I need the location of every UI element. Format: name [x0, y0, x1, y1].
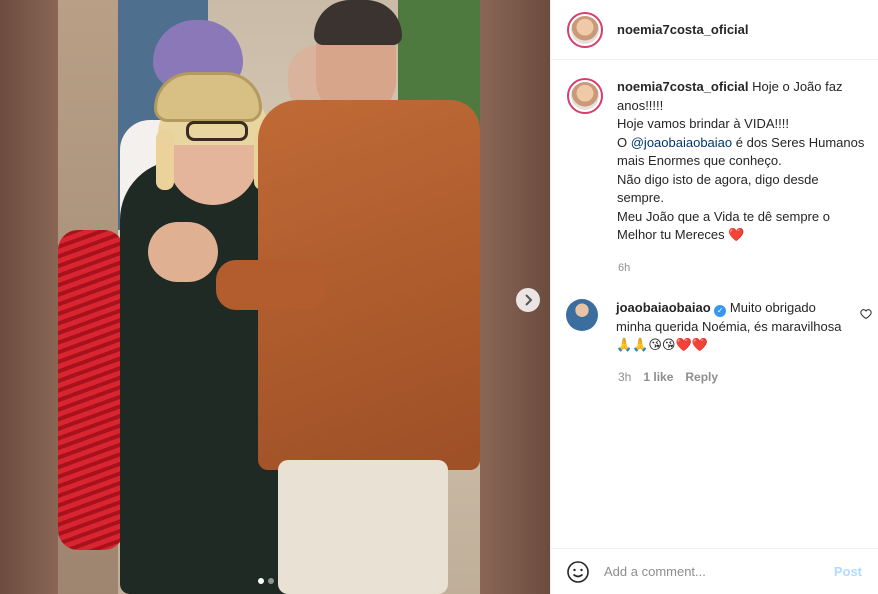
post-media: [0, 0, 550, 594]
comment-meta: 3h 1 like Reply: [618, 370, 718, 384]
post-photo: [58, 0, 480, 594]
comment-item: joaobaiaobaiao ✓ Muito obrigado minha qu…: [566, 299, 866, 355]
post-header: noemia7costa_oficial: [551, 0, 878, 60]
carousel-dots: [258, 578, 274, 584]
heart-outline-icon[interactable]: [860, 308, 872, 320]
chevron-right-icon: [525, 294, 533, 306]
avatar-image: [571, 15, 599, 44]
author-avatar[interactable]: [567, 11, 603, 48]
post-button[interactable]: Post: [834, 564, 862, 579]
comment-timestamp[interactable]: 3h: [618, 370, 631, 384]
avatar-image: [571, 82, 599, 110]
commenter-username[interactable]: joaobaiaobaiao: [616, 300, 711, 315]
caption-line-5: Meu João que a Vida te dê sempre o Melho…: [617, 208, 830, 243]
photo-border-left: [0, 0, 58, 594]
verified-badge-icon: ✓: [714, 305, 727, 317]
mention-link[interactable]: @joaobaiaobaiao: [631, 135, 732, 150]
caption-line-4: Não digo isto de agora, digo desde sempr…: [617, 171, 819, 206]
caption-username[interactable]: noemia7costa_oficial: [617, 79, 749, 94]
smiley-icon[interactable]: [566, 560, 590, 584]
caption-text: noemia7costa_oficial Hoje o João faz ano…: [617, 78, 867, 245]
caption-timestamp[interactable]: 6h: [618, 262, 630, 274]
caption-line-2: Hoje vamos brindar à VIDA!!!!: [617, 116, 789, 131]
commenter-avatar[interactable]: [566, 299, 598, 331]
comment-emojis: 🙏🙏😘😘❤️❤️: [616, 337, 708, 352]
author-username[interactable]: noemia7costa_oficial: [617, 22, 749, 37]
caption: noemia7costa_oficial Hoje o João faz ano…: [567, 78, 867, 245]
post-side-panel: noemia7costa_oficial noemia7costa_oficia…: [550, 0, 878, 594]
heart-emoji: ❤️: [728, 227, 745, 242]
reply-button[interactable]: Reply: [685, 370, 718, 384]
comment-text: joaobaiaobaiao ✓ Muito obrigado minha qu…: [616, 299, 846, 355]
add-comment-bar: Post: [550, 548, 878, 594]
caption-line-3-prefix: O: [617, 134, 631, 150]
comment-likes[interactable]: 1 like: [643, 370, 673, 384]
comment-input[interactable]: [604, 564, 834, 579]
next-slide-button[interactable]: [516, 288, 540, 312]
carousel-dot: [268, 578, 274, 584]
carousel-dot-active: [258, 578, 264, 584]
caption-avatar[interactable]: [567, 78, 603, 114]
